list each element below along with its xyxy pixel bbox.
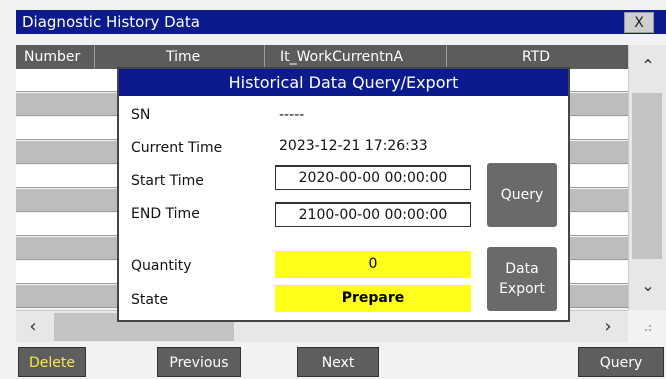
query-export-dialog: Historical Data Query/Export SN ----- Cu…: [117, 67, 570, 322]
resize-grip-icon[interactable]: [638, 318, 658, 336]
state-value: Prepare: [275, 285, 471, 312]
delete-button[interactable]: Delete: [18, 347, 86, 377]
close-button[interactable]: X: [624, 12, 654, 33]
quantity-value: 0: [275, 251, 471, 278]
column-header-work-current[interactable]: It_WorkCurrentnA: [280, 45, 403, 69]
dialog-title: Historical Data Query/Export: [119, 69, 568, 96]
end-time-label: END Time: [131, 206, 200, 222]
current-time-label: Current Time: [131, 140, 223, 156]
chevron-down-icon[interactable]: ⌄: [629, 271, 666, 301]
query-button[interactable]: Query: [487, 163, 557, 227]
chevron-left-icon[interactable]: ‹: [16, 311, 50, 343]
vertical-scroll-thumb[interactable]: [632, 93, 662, 259]
sn-label: SN: [131, 107, 151, 123]
window-title-bar: Diagnostic History Data: [16, 10, 666, 34]
data-export-label-line1: Data: [505, 261, 539, 277]
query-button-footer[interactable]: Query: [578, 347, 664, 377]
chevron-up-icon[interactable]: ⌃: [629, 51, 666, 81]
end-time-field[interactable]: 2100-00-00 00:00:00: [275, 202, 471, 227]
chevron-right-icon[interactable]: ›: [591, 311, 625, 343]
sn-value: -----: [279, 107, 305, 123]
data-export-label-line2: Export: [499, 281, 545, 297]
start-time-field[interactable]: 2020-00-00 00:00:00: [275, 165, 471, 190]
column-header-time[interactable]: Time: [166, 45, 200, 69]
state-label: State: [131, 292, 169, 308]
previous-button[interactable]: Previous: [157, 347, 241, 377]
quantity-label: Quantity: [131, 258, 192, 274]
vertical-scrollbar[interactable]: ⌃ ⌄: [628, 45, 666, 310]
window-title: Diagnostic History Data: [22, 13, 200, 31]
current-time-value: 2023-12-21 17:26:33: [279, 138, 428, 154]
table-header: Number Time It_WorkCurrentnA RTD: [16, 45, 628, 69]
column-header-rtd[interactable]: RTD: [522, 45, 550, 69]
start-time-label: Start Time: [131, 173, 204, 189]
next-button[interactable]: Next: [297, 347, 379, 377]
column-header-number[interactable]: Number: [24, 45, 80, 69]
data-export-button[interactable]: Data Export: [487, 247, 557, 311]
